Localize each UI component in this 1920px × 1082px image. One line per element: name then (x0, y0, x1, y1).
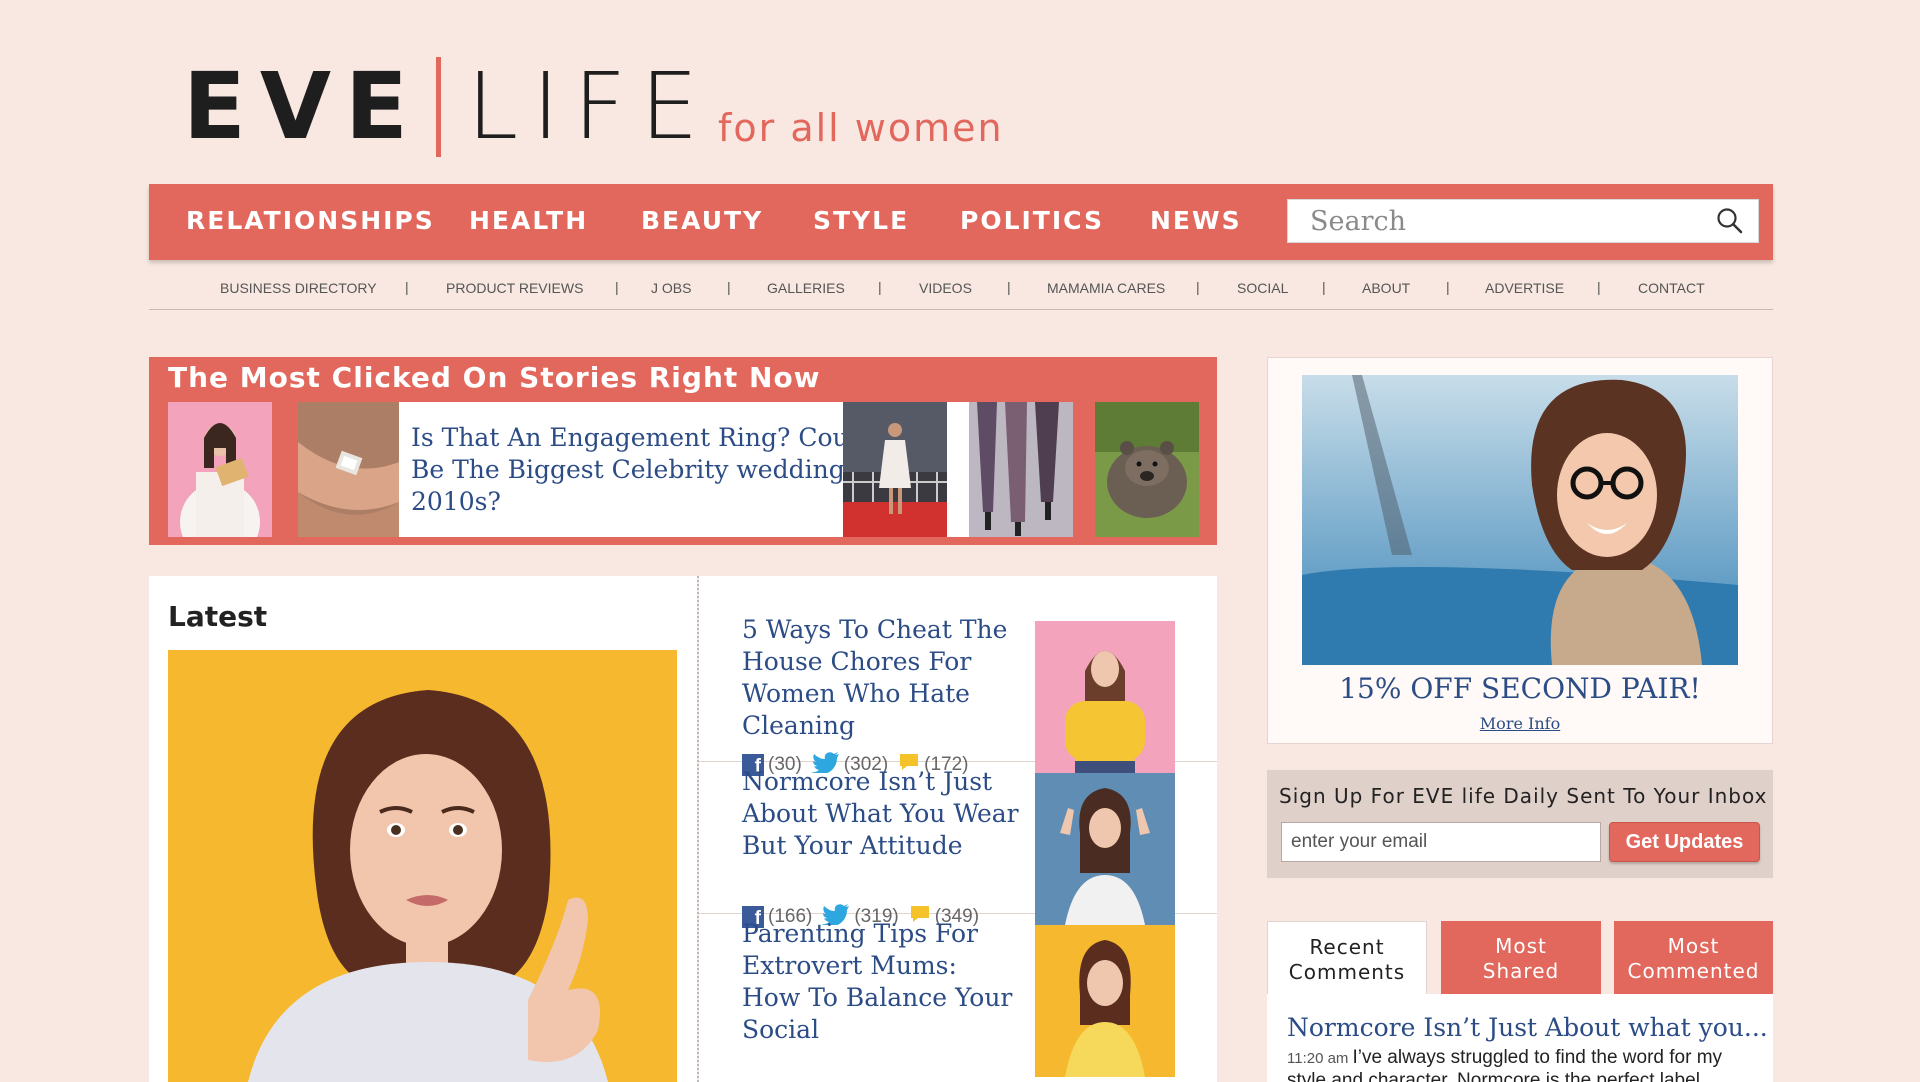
subnav-separator: | (1322, 279, 1326, 295)
story-thumbnail-runway[interactable] (969, 402, 1073, 537)
nav-politics[interactable]: POLITICS (960, 206, 1104, 235)
logo-life: LIFE (466, 53, 713, 160)
subnav-separator: | (878, 279, 882, 295)
latest-article-list: 5 Ways To Cheat The House Chores For Wom… (699, 576, 1217, 1082)
comment-body: 11:20 am I’ve always struggled to find th… (1287, 1047, 1757, 1082)
comment-text: I’ve always struggled to find the word f… (1287, 1047, 1723, 1082)
article-title[interactable]: 5 Ways To Cheat The House Chores For Wom… (742, 614, 1022, 742)
subnav-jobs[interactable]: J OBS (651, 280, 691, 296)
search-icon[interactable] (1710, 201, 1750, 241)
subnav-business-directory[interactable]: BUSINESS DIRECTORY (220, 280, 377, 296)
subnav-separator: | (727, 279, 731, 295)
subnav-social[interactable]: SOCIAL (1237, 280, 1288, 296)
subnav-mamamia-cares[interactable]: MAMAMIA CARES (1047, 280, 1165, 296)
comment-time: 11:20 am (1287, 1050, 1349, 1067)
latest-heading: Latest (168, 600, 268, 633)
latest-hero-image[interactable] (168, 650, 677, 1082)
subnav-separator: | (1597, 279, 1601, 295)
search-input[interactable] (1288, 205, 1710, 237)
email-field[interactable] (1281, 822, 1601, 862)
tab-most-commented[interactable]: Most Commented (1614, 921, 1773, 994)
get-updates-button[interactable]: Get Updates (1609, 822, 1760, 862)
subnav-videos[interactable]: VIDEOS (919, 280, 972, 296)
article-item[interactable]: Parenting Tips For Extrovert Mums: How T… (699, 880, 1217, 1077)
most-clicked-section: The Most Clicked On Stories Right Now Is… (149, 357, 1217, 562)
tab-panel: Normcore Isn’t Just About what you... 11… (1267, 994, 1773, 1082)
site-logo[interactable]: EVE LIFE (183, 57, 712, 157)
logo-eve: EVE (183, 53, 422, 160)
article-title[interactable]: Parenting Tips For Extrovert Mums: How T… (742, 918, 1022, 1046)
subnav-galleries[interactable]: GALLERIES (767, 280, 845, 296)
story-thumbnail-reading-woman[interactable] (168, 402, 272, 562)
subnav-separator: | (615, 279, 619, 295)
latest-section: Latest (149, 576, 697, 1082)
subnav-advertise[interactable]: ADVERTISE (1485, 280, 1564, 296)
ad-more-info-link[interactable]: More Info (1268, 714, 1772, 733)
secondary-navigation: BUSINESS DIRECTORY | PRODUCT REVIEWS | J… (149, 270, 1773, 310)
nav-relationships[interactable]: RELATIONSHIPS (186, 206, 435, 235)
subnav-about[interactable]: ABOUT (1362, 280, 1410, 296)
article-thumbnail[interactable] (1035, 925, 1175, 1077)
comment-article-title[interactable]: Normcore Isn’t Just About what you... (1287, 1013, 1768, 1042)
subnav-product-reviews[interactable]: PRODUCT REVIEWS (446, 280, 583, 296)
nav-beauty[interactable]: BEAUTY (641, 206, 763, 235)
tab-recent-comments[interactable]: Recent Comments (1267, 921, 1427, 994)
main-navigation: RELATIONSHIPS HEALTH BEAUTY STYLE POLITI… (149, 184, 1773, 260)
story-thumbnail-wombat[interactable] (1095, 402, 1199, 537)
subnav-separator: | (1007, 279, 1011, 295)
logo-divider (435, 57, 441, 157)
story-thumbnail-red-carpet[interactable] (843, 402, 947, 537)
advertisement[interactable]: 15% OFF SECOND PAIR! More Info (1267, 357, 1773, 744)
subnav-separator: | (1446, 279, 1450, 295)
nav-style[interactable]: STYLE (813, 206, 909, 235)
site-tagline: for all women (718, 106, 1004, 150)
tab-most-shared[interactable]: Most Shared (1441, 921, 1601, 994)
ad-headline: 15% OFF SECOND PAIR! (1339, 672, 1701, 705)
subnav-separator: | (1196, 279, 1200, 295)
ad-photo (1302, 375, 1738, 665)
article-title[interactable]: Normcore Isn’t Just About What You Wear … (742, 766, 1022, 862)
nav-health[interactable]: HEALTH (469, 206, 588, 235)
engagement-ring-image (298, 402, 399, 537)
signup-label: Sign Up For EVE life Daily Sent To Your … (1279, 784, 1768, 808)
subnav-separator: | (405, 279, 409, 295)
most-clicked-heading: The Most Clicked On Stories Right Now (168, 361, 821, 394)
nav-news[interactable]: NEWS (1150, 206, 1242, 235)
search-box (1287, 199, 1759, 243)
comments-tabs: Recent Comments Most Shared Most Comment… (1267, 921, 1773, 1082)
subnav-contact[interactable]: CONTACT (1638, 280, 1705, 296)
newsletter-signup: Sign Up For EVE life Daily Sent To Your … (1267, 770, 1773, 878)
